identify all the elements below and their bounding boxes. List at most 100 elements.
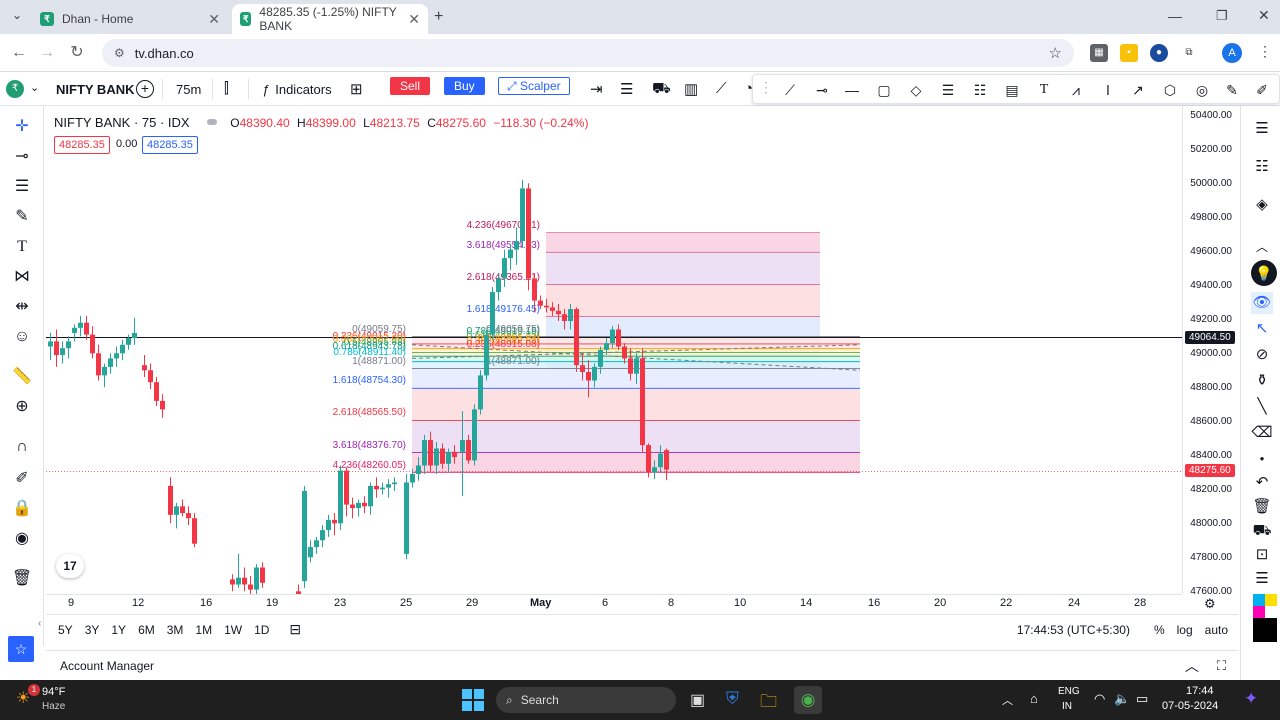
horizontal-ray-icon[interactable]: ⊸ xyxy=(813,81,831,99)
range-1m[interactable]: 1M xyxy=(195,623,212,637)
dot-icon[interactable]: ● xyxy=(1251,448,1273,470)
clock-date[interactable]: 07-05-2024 xyxy=(1162,700,1218,712)
task-view-icon[interactable]: ▣ xyxy=(690,690,705,710)
zigzag-icon[interactable]: ⩘ xyxy=(1067,81,1085,99)
ideas-lightbulb-icon[interactable]: 💡 xyxy=(1251,260,1277,286)
extensions-puzzle-icon[interactable]: ⧉ xyxy=(1180,44,1198,62)
interval-select[interactable]: 75m xyxy=(176,72,201,106)
fib-retracement-icon[interactable]: ☰ xyxy=(939,81,957,99)
basket-icon[interactable]: ⛟ xyxy=(652,80,671,99)
ellipse-icon[interactable]: ◎ xyxy=(1193,81,1211,99)
cursor-icon[interactable]: ↖ xyxy=(1251,318,1273,340)
tradingview-logo-icon[interactable]: 17 xyxy=(56,554,84,578)
tab-search-chevron-icon[interactable]: ⌄ xyxy=(8,8,26,26)
chrome-taskbar-icon[interactable]: ◉ xyxy=(794,686,822,714)
dhan-logo-icon[interactable]: ₹ xyxy=(6,80,24,98)
browser-menu-icon[interactable]: ⋮ xyxy=(1258,43,1272,60)
reload-icon[interactable]: ↻ xyxy=(66,43,88,63)
lock-icon[interactable]: 🔒 xyxy=(11,498,33,520)
chart-pane[interactable]: 4.236(49670.71)3.618(49554.23)2.618(4936… xyxy=(46,106,1182,594)
range-1d[interactable]: 1D xyxy=(254,623,269,637)
pattern-tools-icon[interactable]: ⋈ xyxy=(11,266,33,288)
taskbar-search-box[interactable]: ⌕ Search xyxy=(496,687,676,713)
language-eng[interactable]: ENG xyxy=(1058,686,1080,697)
line-color-icon[interactable]: ╲ xyxy=(1251,396,1273,418)
collapse-right-icon[interactable]: ︿ xyxy=(1251,236,1273,258)
layers-icon[interactable]: ◈ xyxy=(1251,194,1273,216)
alerts-list-icon[interactable]: ☷ xyxy=(1251,156,1273,178)
settings-list-icon[interactable]: ☰ xyxy=(620,80,633,98)
wifi-icon[interactable]: ◠ xyxy=(1094,691,1105,707)
path-icon[interactable]: ⬡ xyxy=(1161,81,1179,99)
delete-icon[interactable]: 🗑 xyxy=(1251,496,1273,518)
line-tool-icon[interactable]: ⊸ xyxy=(11,146,33,168)
rectangle-icon[interactable]: ▢ xyxy=(875,81,893,99)
range-6m[interactable]: 6M xyxy=(138,623,155,637)
scalper-button[interactable]: ⤢ Scalper xyxy=(498,77,570,95)
pen-icon[interactable]: ✐ xyxy=(1253,81,1271,99)
copilot-icon[interactable]: ✦ xyxy=(1244,689,1258,709)
text-tool-icon[interactable]: T xyxy=(1035,81,1053,99)
defender-shield-icon[interactable]: ⛨ xyxy=(726,689,739,709)
visibility-eye-icon[interactable]: ◉ xyxy=(11,528,33,550)
price-axis[interactable]: 50400.00 50200.00 50000.00 49800.00 49600.00… xyxy=(1182,106,1238,597)
horizontal-line-icon[interactable]: — xyxy=(843,81,861,99)
minimize-icon[interactable]: — xyxy=(1168,8,1182,24)
time-axis[interactable]: ⚙ 9 12 16 19 23 25 29 May 6 8 10 14 16 20 22 24 28 xyxy=(46,594,1216,614)
compare-add-icon[interactable]: + xyxy=(136,80,154,98)
trend-chart-icon[interactable]: ⟋ xyxy=(716,80,727,97)
collapse-left-icon[interactable]: ‹ xyxy=(38,618,41,629)
weather-desc[interactable]: Haze xyxy=(42,701,65,712)
star-favorites-icon[interactable]: ☆ xyxy=(8,636,34,662)
crosshair-icon[interactable]: ✛ xyxy=(11,116,33,138)
range-1y[interactable]: 1Y xyxy=(111,623,126,637)
date-range-calendar-icon[interactable]: ⊟ xyxy=(289,621,301,638)
bookmark-star-icon[interactable]: ☆ xyxy=(1049,44,1062,62)
new-tab-button[interactable]: + xyxy=(434,8,443,26)
candles-style-icon[interactable]: ⫿ xyxy=(224,80,229,97)
fib-tools-icon[interactable]: ☰ xyxy=(11,176,33,198)
windows-start-icon[interactable] xyxy=(462,689,484,711)
tab-dhan-home[interactable]: ₹ Dhan - Home ✕ xyxy=(32,4,228,34)
range-3m[interactable]: 3M xyxy=(167,623,184,637)
magnet-icon[interactable]: ∩ xyxy=(11,436,33,458)
tray-chevron-icon[interactable]: ︿ xyxy=(1002,692,1013,708)
axis-settings-gear-icon[interactable]: ⚙ xyxy=(1204,596,1216,612)
range-5y[interactable]: 5Y xyxy=(58,623,73,637)
watchlist-icon[interactable]: ☰ xyxy=(1251,118,1273,140)
profile-avatar[interactable]: A xyxy=(1222,43,1242,63)
parallel-channel-icon[interactable]: ▤ xyxy=(1003,81,1021,99)
fib-extension-icon[interactable]: ☷ xyxy=(971,81,989,99)
extension-1-icon[interactable]: ▦ xyxy=(1090,44,1108,62)
color-palette-icon[interactable] xyxy=(1253,594,1277,642)
symbol-search[interactable]: NIFTY BANK xyxy=(56,72,134,106)
back-icon[interactable]: ← xyxy=(8,43,30,63)
ruler-icon[interactable]: 📏 xyxy=(11,366,33,388)
brush-icon[interactable]: ✎ xyxy=(1223,81,1241,99)
bar-chart-icon[interactable]: ▥ xyxy=(684,80,698,98)
forecast-tools-icon[interactable]: ⇹ xyxy=(11,296,33,318)
extension-3-icon[interactable]: ● xyxy=(1150,44,1168,62)
percent-scale-toggle[interactable]: % xyxy=(1154,623,1165,637)
logo-chevron-icon[interactable]: ⌄ xyxy=(30,81,39,94)
exit-icon[interactable]: ⇥ xyxy=(590,80,603,98)
weather-temp[interactable]: 94°F xyxy=(42,686,65,698)
buy-price-box[interactable]: 48285.35 xyxy=(142,136,198,154)
battery-icon[interactable]: ▭ xyxy=(1136,691,1148,707)
maximize-icon[interactable]: ❐ xyxy=(1216,8,1228,24)
language-in[interactable]: IN xyxy=(1062,701,1072,712)
trend-line-icon[interactable]: ⟋ xyxy=(781,81,799,99)
account-manager-title[interactable]: Account Manager xyxy=(60,659,154,673)
chart-canvas[interactable]: 4.236(49670.71)3.618(49554.23)2.618(4936… xyxy=(46,106,1182,594)
expand-panel-chevron-icon[interactable]: ︿ xyxy=(1185,656,1199,676)
site-info-icon[interactable]: ⚙ xyxy=(114,46,125,60)
buy-button[interactable]: Buy xyxy=(444,77,485,95)
text-tools-icon[interactable]: T xyxy=(11,236,33,258)
range-3y[interactable]: 3Y xyxy=(85,623,100,637)
close-tab-icon[interactable]: ✕ xyxy=(208,11,220,28)
file-explorer-icon[interactable]: 🗀 xyxy=(760,689,777,718)
eye-visibility-icon[interactable]: 👁 xyxy=(1251,292,1273,314)
close-tab-icon[interactable]: ✕ xyxy=(408,11,420,28)
emoji-icon[interactable]: ☺ xyxy=(11,326,33,348)
lock-drawings-pencil-icon[interactable]: ✐ xyxy=(11,468,33,490)
